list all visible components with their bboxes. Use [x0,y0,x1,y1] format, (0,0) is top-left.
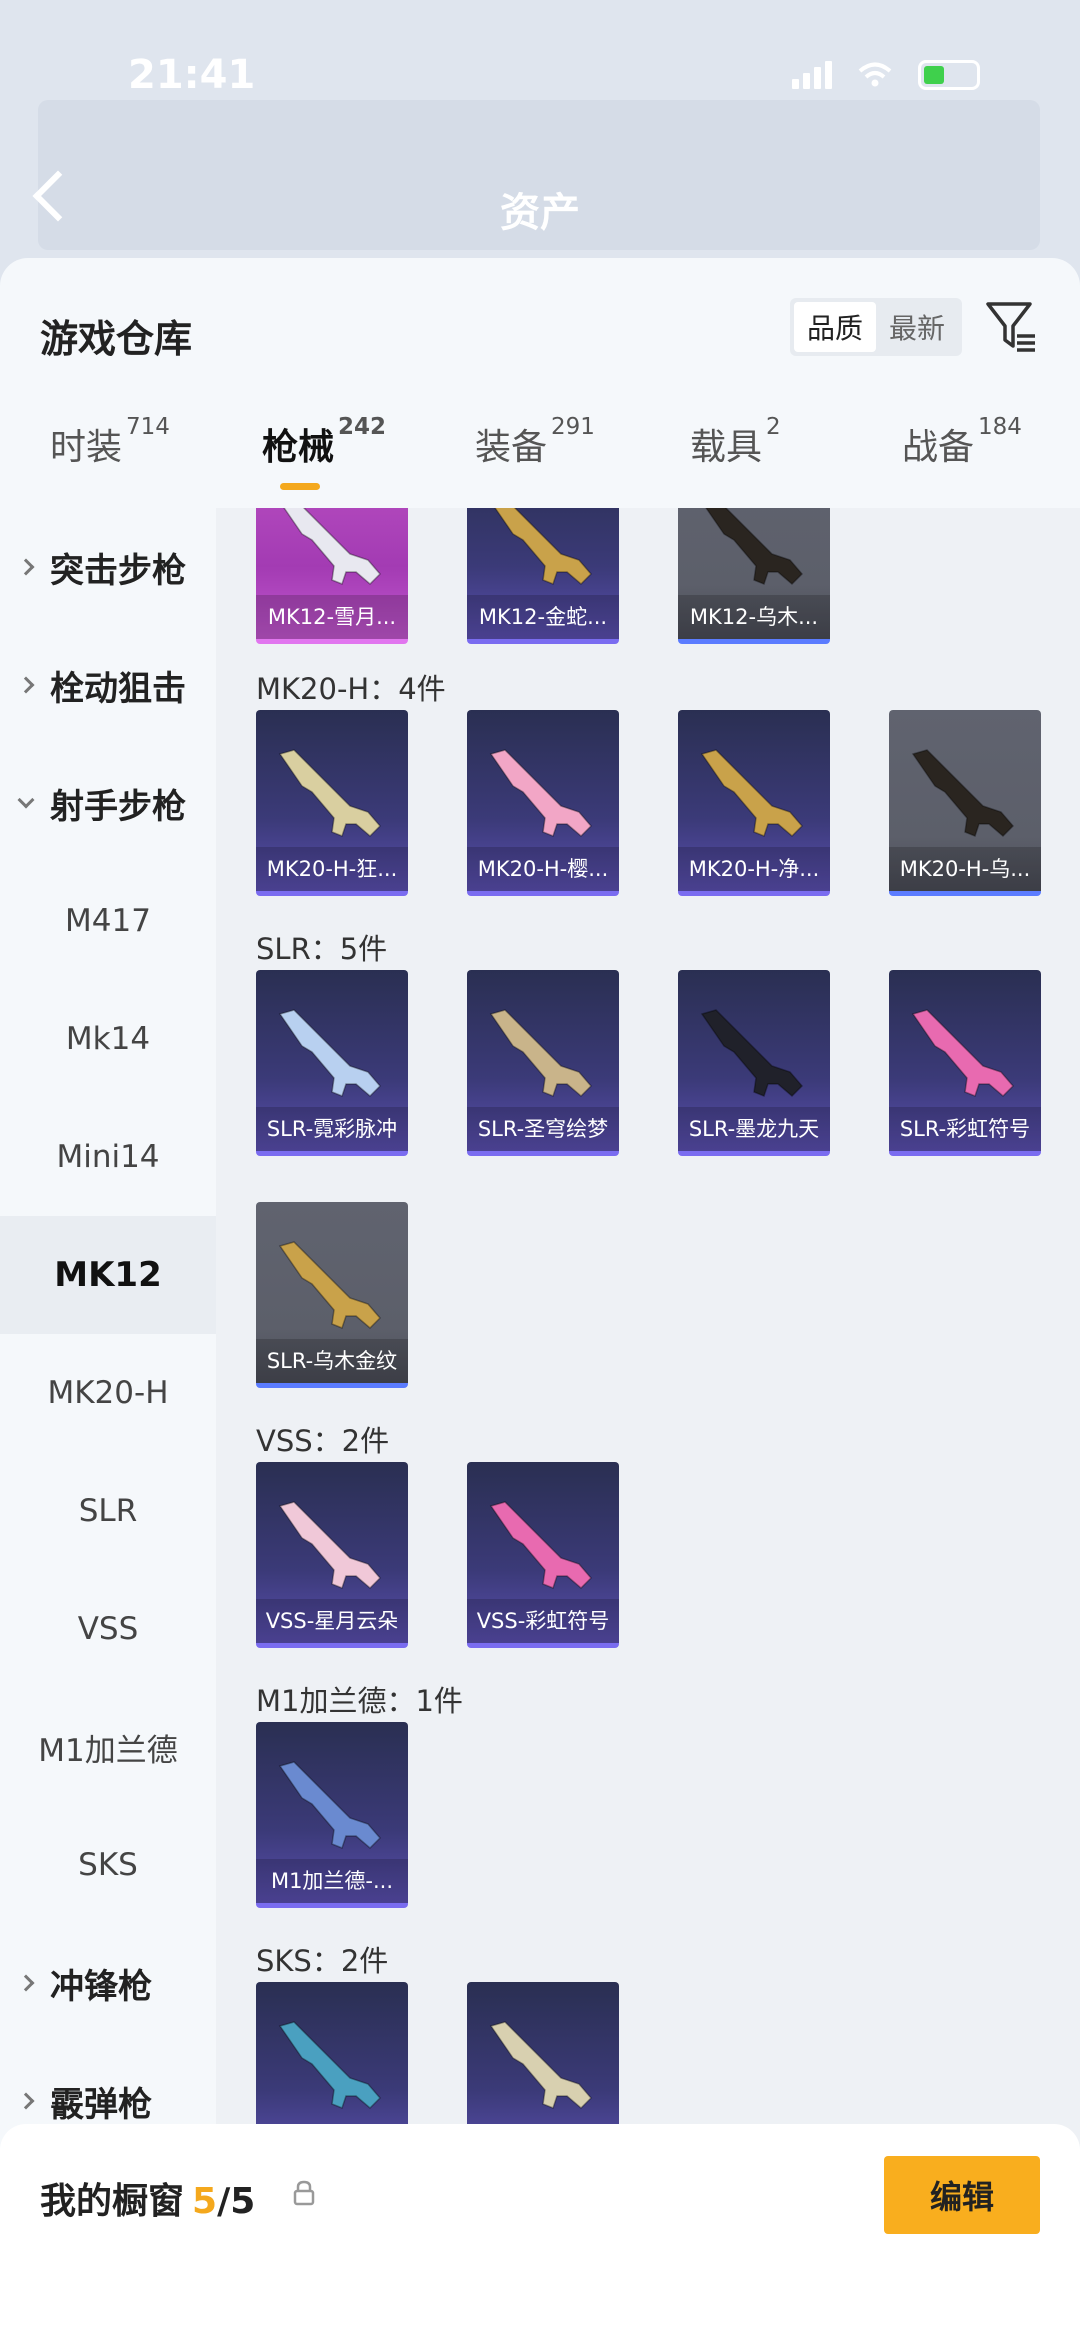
gun-type-sidebar: 突击步枪 栓动狙击 射手步枪 M417 Mk14 Mini14 MK12 MK2… [0,508,216,2347]
rifle-icon [489,749,593,838]
skin-card[interactable]: SLR-墨龙九天 [678,970,830,1156]
sidebar-item-mk14[interactable]: Mk14 [0,980,216,1098]
chevron-right-icon [17,558,35,576]
showcase-total: /5 [217,2181,256,2222]
chevron-right-icon [17,1974,35,1992]
rifle-icon [278,1501,382,1590]
showcase-count: 5 [192,2181,218,2222]
skin-name: MK20-H-净... [678,847,830,891]
sort-toggle: 品质 最新 [790,298,962,356]
sidebar-item-smg[interactable]: 冲锋枪 [0,1924,216,2042]
rifle-icon [705,508,804,586]
skin-name: SLR-墨龙九天 [678,1107,830,1151]
wifi-icon [858,62,892,87]
rifle-icon [278,749,382,838]
skin-card[interactable]: MK12-雪月... [256,508,408,644]
sidebar-item-vss[interactable]: VSS [0,1570,216,1688]
sidebar-item-m417[interactable]: M417 [0,862,216,980]
skin-name: SLR-彩虹符号 [889,1107,1041,1151]
skin-name: MK12-乌木... [678,595,830,639]
tab-supplies[interactable]: 战备 184 [902,414,1022,470]
skin-name: MK12-雪月... [256,595,408,639]
rifle-icon [911,1009,1015,1098]
showcase-title: 我的橱窗 5/5 [40,2172,255,2224]
skin-card[interactable]: SLR-霓彩脉冲 [256,970,408,1156]
sidebar-item-slr[interactable]: SLR [0,1452,216,1570]
skin-grid: MK12-雪月... MK12-金蛇... MK12-乌木... MK20-H：4件 M… [216,508,1080,2347]
rifle-icon [278,1009,382,1098]
skin-card[interactable]: VSS-彩虹符号 [467,1462,619,1648]
rifle-icon [489,1009,593,1098]
rifle-icon [489,1501,593,1590]
sidebar-item-mk20h[interactable]: MK20-H [0,1334,216,1452]
page-title: 资产 [500,190,580,236]
rifle-icon [283,508,382,586]
skin-card[interactable]: SLR-圣穹绘梦 [467,970,619,1156]
skin-name: M1加兰德-... [256,1859,408,1903]
sidebar-item-mk12[interactable]: MK12 [0,1216,216,1334]
status-time: 21:41 [128,52,256,98]
filter-icon[interactable] [985,300,1037,354]
chevron-down-icon [17,791,35,809]
group-label: MK20-H：4件 [256,672,446,706]
status-icons [792,60,980,90]
skin-card[interactable]: MK20-H-净... [678,710,830,896]
active-tab-indicator [280,483,320,490]
skin-name: MK12-金蛇... [467,595,619,639]
skin-card[interactable]: M1加兰德-... [256,1722,408,1908]
sidebar-item-marksman-rifle[interactable]: 射手步枪 [0,744,216,862]
chevron-right-icon [17,676,35,694]
sheet-title: 游戏仓库 [40,317,193,361]
skin-name: MK20-H-乌... [889,847,1041,891]
rifle-icon [278,2021,382,2110]
lock-icon [293,2180,315,2206]
warehouse-sheet: 游戏仓库 品质 最新 时装 714 枪械 242 装备 291 载具 2 战备 184 突… [0,258,1080,2347]
rifle-icon [700,749,804,838]
showcase-label: 我的橱窗 [40,2181,185,2222]
skin-card[interactable]: MK20-H-狂... [256,710,408,896]
skin-name: MK20-H-狂... [256,847,408,891]
sidebar-item-bolt-sniper[interactable]: 栓动狙击 [0,626,216,744]
skin-card[interactable]: SLR-乌木金纹 [256,1202,408,1388]
skin-name: VSS-星月云朵 [256,1599,408,1643]
battery-icon [918,60,980,90]
edit-button[interactable]: 编辑 [884,2156,1040,2234]
group-label: VSS：2件 [256,1424,390,1458]
skin-card[interactable]: SLR-彩虹符号 [889,970,1041,1156]
tab-equipment[interactable]: 装备 291 [475,414,595,470]
sidebar-item-sks[interactable]: SKS [0,1806,216,1924]
skin-card[interactable]: MK20-H-樱... [467,710,619,896]
chevron-right-icon [17,2092,35,2110]
tab-fashion[interactable]: 时装 714 [50,414,170,470]
rifle-icon [494,508,593,586]
signal-icon [792,61,832,89]
skin-card[interactable]: MK12-乌木... [678,508,830,644]
category-tabs: 时装 714 枪械 242 装备 291 载具 2 战备 184 [0,414,1080,498]
skin-name: SLR-乌木金纹 [256,1339,408,1383]
tab-guns[interactable]: 枪械 242 [262,414,386,470]
showcase-bar: 我的橱窗 5/5 编辑 [0,2124,1080,2347]
tab-vehicles[interactable]: 载具 2 [690,414,781,470]
background-header: 21:41 资产 [0,0,1080,280]
skin-card[interactable]: MK12-金蛇... [467,508,619,644]
sidebar-item-mini14[interactable]: Mini14 [0,1098,216,1216]
rifle-icon [700,1009,804,1098]
rifle-icon [278,1241,382,1330]
skin-name: SLR-圣穹绘梦 [467,1107,619,1151]
skin-card[interactable]: MK20-H-乌... [889,710,1041,896]
rifle-icon [911,749,1015,838]
sidebar-item-assault-rifle[interactable]: 突击步枪 [0,508,216,626]
sidebar-item-m1-garand[interactable]: M1加兰德 [0,1688,216,1806]
sort-newest-button[interactable]: 最新 [876,302,958,352]
sort-quality-button[interactable]: 品质 [794,302,876,352]
skin-card[interactable]: VSS-星月云朵 [256,1462,408,1648]
rifle-icon [489,2021,593,2110]
group-label: SLR：5件 [256,932,388,966]
group-label: M1加兰德：1件 [256,1684,463,1718]
group-label: SKS：2件 [256,1944,389,1978]
skin-name: SLR-霓彩脉冲 [256,1107,408,1151]
rifle-icon [278,1761,382,1850]
skin-name: VSS-彩虹符号 [467,1599,619,1643]
skin-name: MK20-H-樱... [467,847,619,891]
